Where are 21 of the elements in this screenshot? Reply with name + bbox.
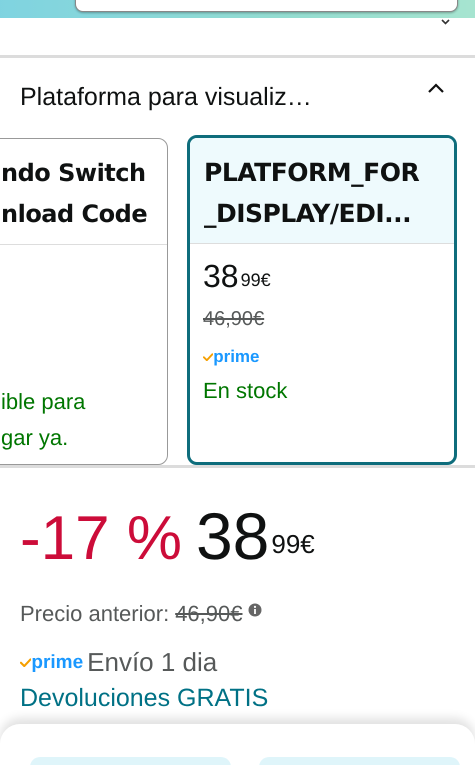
offer-price: 38 99€: [196, 498, 315, 575]
delivery-text: Envío 1 dia: [87, 647, 218, 678]
availability-text: ible para gar ya.: [1, 388, 86, 452]
previous-price-label: Precio anterior:: [20, 601, 170, 627]
option-card[interactable]: PLATFORM_FOR _DISPLAY/EDI... 38 99€ 46,90€ prime En stock: [187, 135, 457, 465]
option-price: 38 99€: [203, 257, 272, 296]
check-icon: [20, 658, 32, 668]
returns-link[interactable]: Devoluciones GRATIS: [20, 684, 455, 713]
prime-logo: prime: [20, 652, 84, 674]
option-title: ndo Switch nload Code: [1, 159, 148, 228]
list-price: 46,90€: [203, 308, 266, 331]
discount-percent: -17 %: [20, 503, 182, 575]
check-icon: [203, 352, 214, 362]
previous-price: 46,90€: [175, 601, 242, 627]
prime-logo: prime: [203, 347, 441, 367]
option-card[interactable]: ndo Switch nload Code ible para gar ya.: [0, 138, 168, 465]
option-title: PLATFORM_FOR _DISPLAY/EDI...: [204, 158, 420, 228]
info-icon[interactable]: [248, 603, 262, 617]
availability-text: En stock: [203, 377, 288, 405]
section-title: Plataforma para visualiz…: [20, 82, 312, 112]
chevron-icon: [441, 19, 450, 25]
